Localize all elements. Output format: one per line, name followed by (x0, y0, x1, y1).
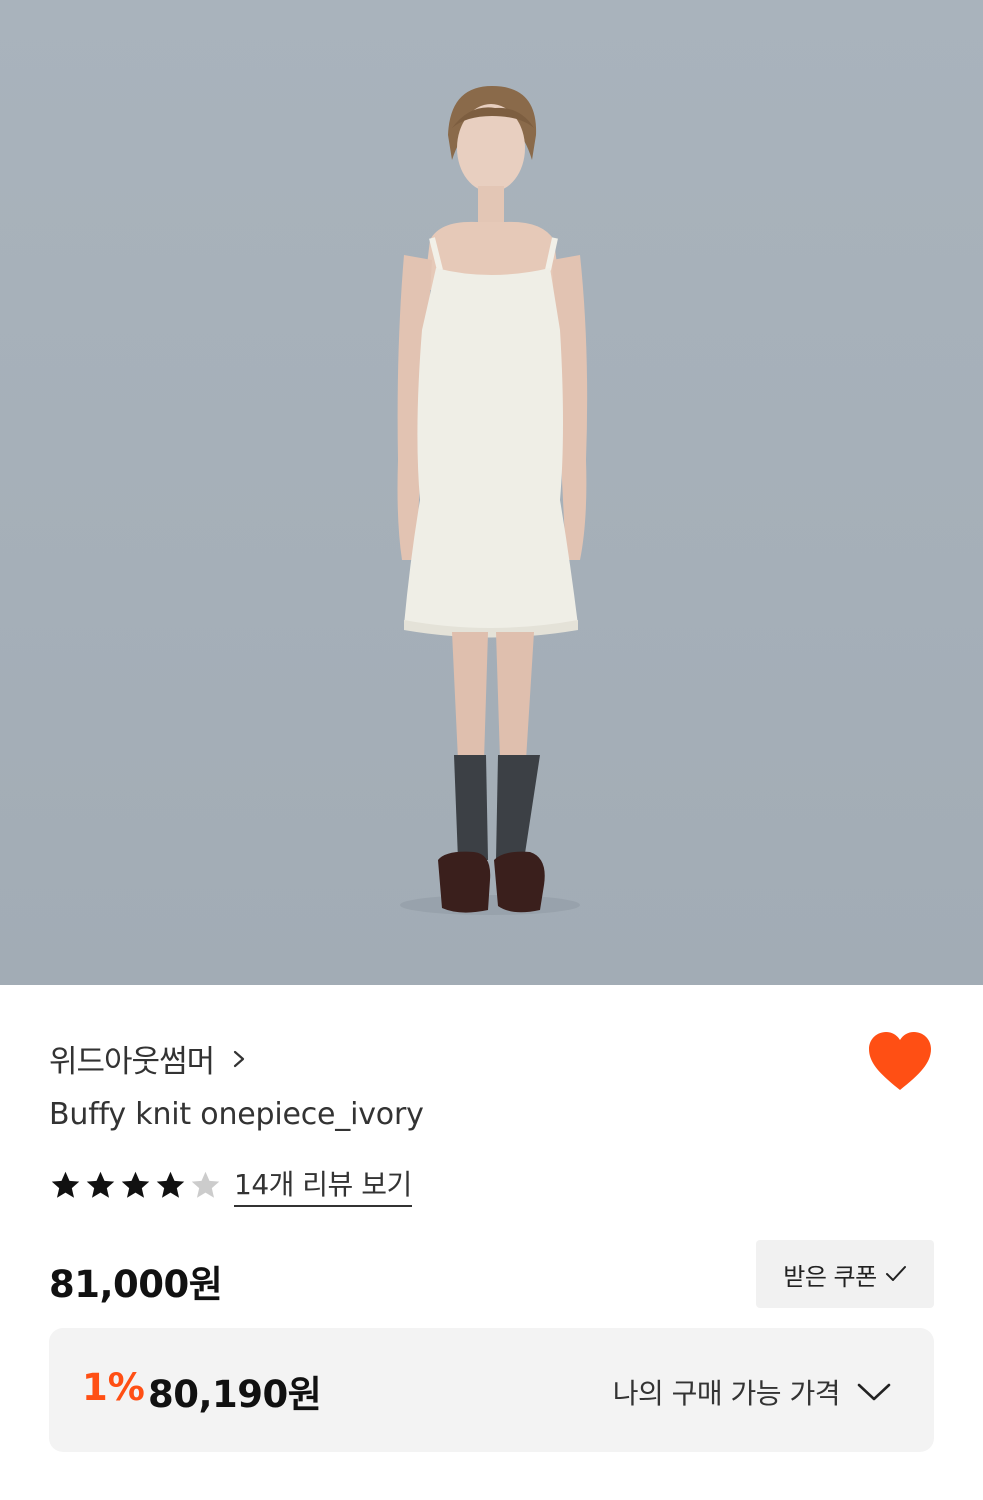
review-link[interactable]: 14개 리뷰 보기 (234, 1163, 412, 1207)
product-title: Buffy knit onepiece_ivory (49, 1097, 424, 1132)
original-price: 81,000원 (49, 1263, 223, 1306)
my-price-toggle[interactable]: 나의 구매 가능 가격 (613, 1372, 892, 1412)
star-icon (86, 1171, 115, 1198)
chevron-right-icon (234, 1050, 245, 1067)
final-price: 80,190원 (148, 1373, 322, 1416)
star-icon (121, 1171, 150, 1198)
product-image[interactable] (0, 0, 983, 985)
discount-rate: 1% (82, 1366, 145, 1409)
chevron-down-icon (857, 1383, 891, 1401)
model-illustration (397, 86, 588, 915)
heart-icon[interactable] (866, 1030, 934, 1094)
coupon-label: 받은 쿠폰 (783, 1262, 877, 1291)
my-price-box: 1% 80,190원 나의 구매 가능 가격 (49, 1328, 934, 1452)
star-empty-icon (191, 1171, 220, 1198)
my-price-label: 나의 구매 가능 가격 (612, 1377, 841, 1410)
check-icon (885, 1266, 906, 1281)
star-rating (49, 1169, 222, 1202)
received-coupon-button[interactable]: 받은 쿠폰 (756, 1240, 934, 1308)
brand-link[interactable]: 위드아웃썸머 (49, 1036, 250, 1081)
rating-row: 14개 리뷰 보기 (49, 1163, 412, 1207)
star-icon (156, 1171, 185, 1198)
star-icon (51, 1171, 80, 1198)
brand-name: 위드아웃썸머 (49, 1044, 215, 1080)
